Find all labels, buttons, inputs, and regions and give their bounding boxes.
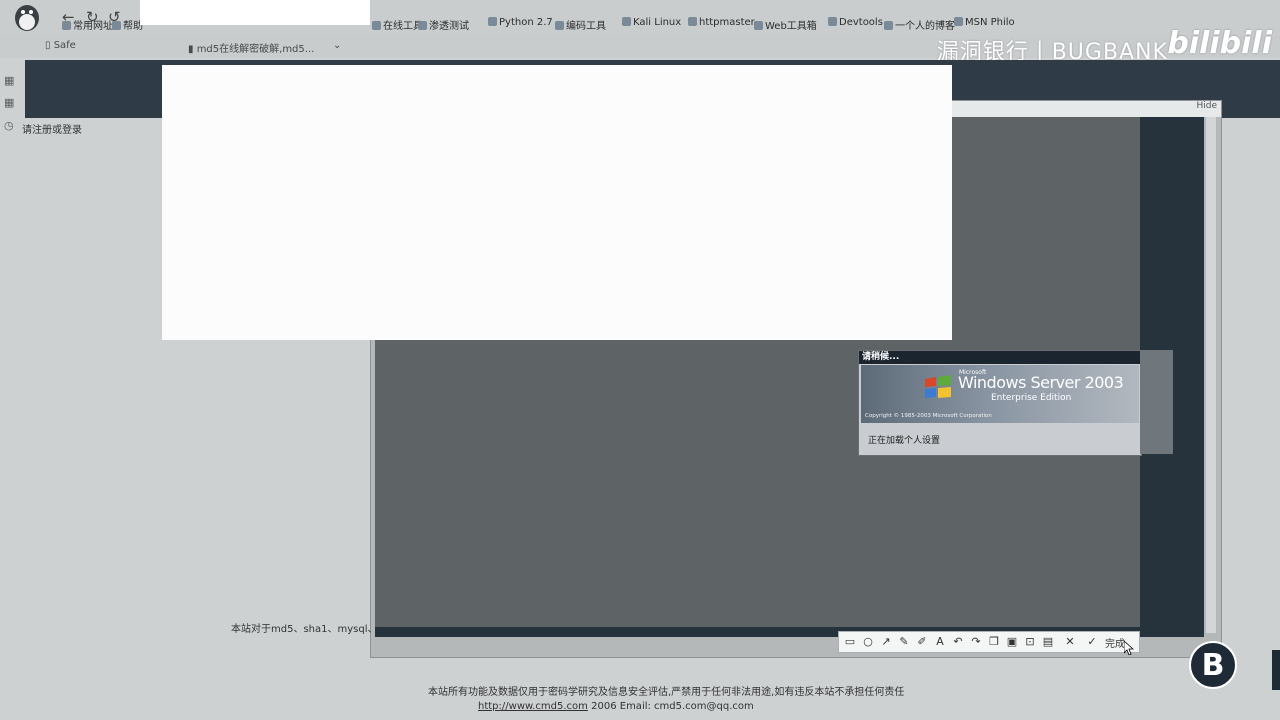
copyright-text: Copyright © 1985-2003 Microsoft Corporat… xyxy=(865,413,992,419)
qq-penguin-icon xyxy=(15,5,39,31)
folder-icon xyxy=(488,17,497,26)
ellipse-icon[interactable]: ○ xyxy=(861,635,875,649)
highlighter-icon[interactable]: ✐ xyxy=(915,635,929,649)
footer-disclaimer: 本站所有功能及数据仅用于密码学研究及信息安全评估,严禁用于任何非法用途,如有违反… xyxy=(428,687,905,698)
login-prompt[interactable]: 请注册或登录 xyxy=(22,121,82,136)
bookmark-item[interactable]: httpmaster xyxy=(688,17,755,28)
tab-cmd5[interactable]: ▮ md5在线解密破解,md5... xyxy=(188,40,314,55)
bookmark-item[interactable]: Python 2.7 xyxy=(488,17,553,28)
logon-dialog: 请稍候... Microsoft Windows Server 2003 Ent… xyxy=(858,350,1142,456)
new-tab-chevron-icon[interactable]: ⌄ xyxy=(333,40,341,51)
bookmark-item[interactable]: MSN Philo xyxy=(954,17,1015,28)
svg-text:B: B xyxy=(1202,648,1225,683)
save-icon[interactable]: ▣ xyxy=(1005,635,1019,649)
arrow-icon[interactable]: ↗ xyxy=(879,635,893,649)
bookmark-item[interactable]: Web工具箱 xyxy=(754,17,817,32)
dialog-title: 请稍候... xyxy=(859,351,1141,364)
cancel-icon[interactable]: ✕ xyxy=(1063,635,1077,649)
confirm-icon[interactable]: ✓ xyxy=(1085,635,1099,649)
bookmark-item[interactable]: 在线工具 xyxy=(372,17,423,32)
product-edition: Enterprise Edition xyxy=(991,393,1072,403)
pen-icon[interactable]: ✎ xyxy=(897,635,911,649)
page-note: 本站对于md5、sha1、mysql、... xyxy=(231,624,388,635)
folder-icon xyxy=(418,21,427,30)
folder-icon xyxy=(754,21,763,30)
bookmark-item[interactable]: Devtools xyxy=(828,17,883,28)
product-name: Windows Server 2003 xyxy=(958,373,1124,392)
grid-icon[interactable]: ▦ xyxy=(4,74,18,88)
text-icon[interactable]: A xyxy=(933,635,947,649)
bookmark-item[interactable]: 帮助 xyxy=(112,17,143,32)
bookmark-item[interactable]: 编码工具 xyxy=(555,17,606,32)
done-button[interactable]: 完成 xyxy=(1105,635,1125,650)
clock-icon: ◷ xyxy=(4,119,14,132)
redaction-box xyxy=(140,0,370,25)
hide-button[interactable]: Hide xyxy=(1151,101,1221,117)
footer-links: http://www.cmd5.com 2006 Email: cmd5.com… xyxy=(478,701,754,712)
windows-banner: Microsoft Windows Server 2003 Enterprise… xyxy=(861,365,1139,423)
redaction-box xyxy=(162,65,952,340)
folder-icon xyxy=(372,21,381,30)
copy-icon[interactable]: ❐ xyxy=(987,635,1001,649)
bookmark-item[interactable]: 一个人的博客 xyxy=(884,17,955,32)
bookmark-item[interactable]: 渗透测试 xyxy=(418,17,469,32)
folder-icon xyxy=(828,17,837,26)
save-as-icon[interactable]: ▤ xyxy=(1041,635,1055,649)
page-icon: ▯ xyxy=(45,40,54,51)
page-icon: ▮ xyxy=(188,44,197,55)
pin-icon[interactable]: ⊡ xyxy=(1023,635,1037,649)
folder-icon xyxy=(954,17,963,26)
screenshot-toolbar: ▭ ○ ↗ ✎ ✐ A ↶ ↷ ❐ ▣ ⊡ ▤ ✕ ✓ 完成 xyxy=(838,631,1140,653)
bookmark-item[interactable]: 常用网址 xyxy=(62,17,113,32)
footer-url-link[interactable]: http://www.cmd5.com xyxy=(478,701,588,712)
logon-status: 正在加载个人设置 xyxy=(868,436,941,446)
side-strip xyxy=(1272,650,1280,690)
bugbank-b-logo: B xyxy=(1189,641,1237,689)
mouse-cursor-icon xyxy=(1124,641,1134,655)
bookmark-item[interactable]: Kali Linux xyxy=(622,17,681,28)
folder-icon xyxy=(688,17,697,26)
vertical-scrollbar[interactable] xyxy=(1206,117,1216,633)
folder-icon xyxy=(555,21,564,30)
dialog-shadow xyxy=(1140,350,1173,454)
footer-email[interactable]: Email: cmd5.com@qq.com xyxy=(620,701,754,712)
folder-icon xyxy=(62,21,71,30)
tab-safe[interactable]: ▯ Safe xyxy=(45,40,76,51)
undo-icon[interactable]: ↶ xyxy=(951,635,965,649)
windows-flag-icon xyxy=(925,375,951,398)
folder-icon xyxy=(112,21,121,30)
folder-icon xyxy=(884,21,893,30)
bilibili-logo: bilibili xyxy=(1167,26,1272,61)
footer-year: 2006 xyxy=(591,701,617,712)
redo-icon[interactable]: ↷ xyxy=(969,635,983,649)
folder-icon xyxy=(622,17,631,26)
rect-icon[interactable]: ▭ xyxy=(843,635,857,649)
grid-icon[interactable]: ▦ xyxy=(4,96,18,110)
